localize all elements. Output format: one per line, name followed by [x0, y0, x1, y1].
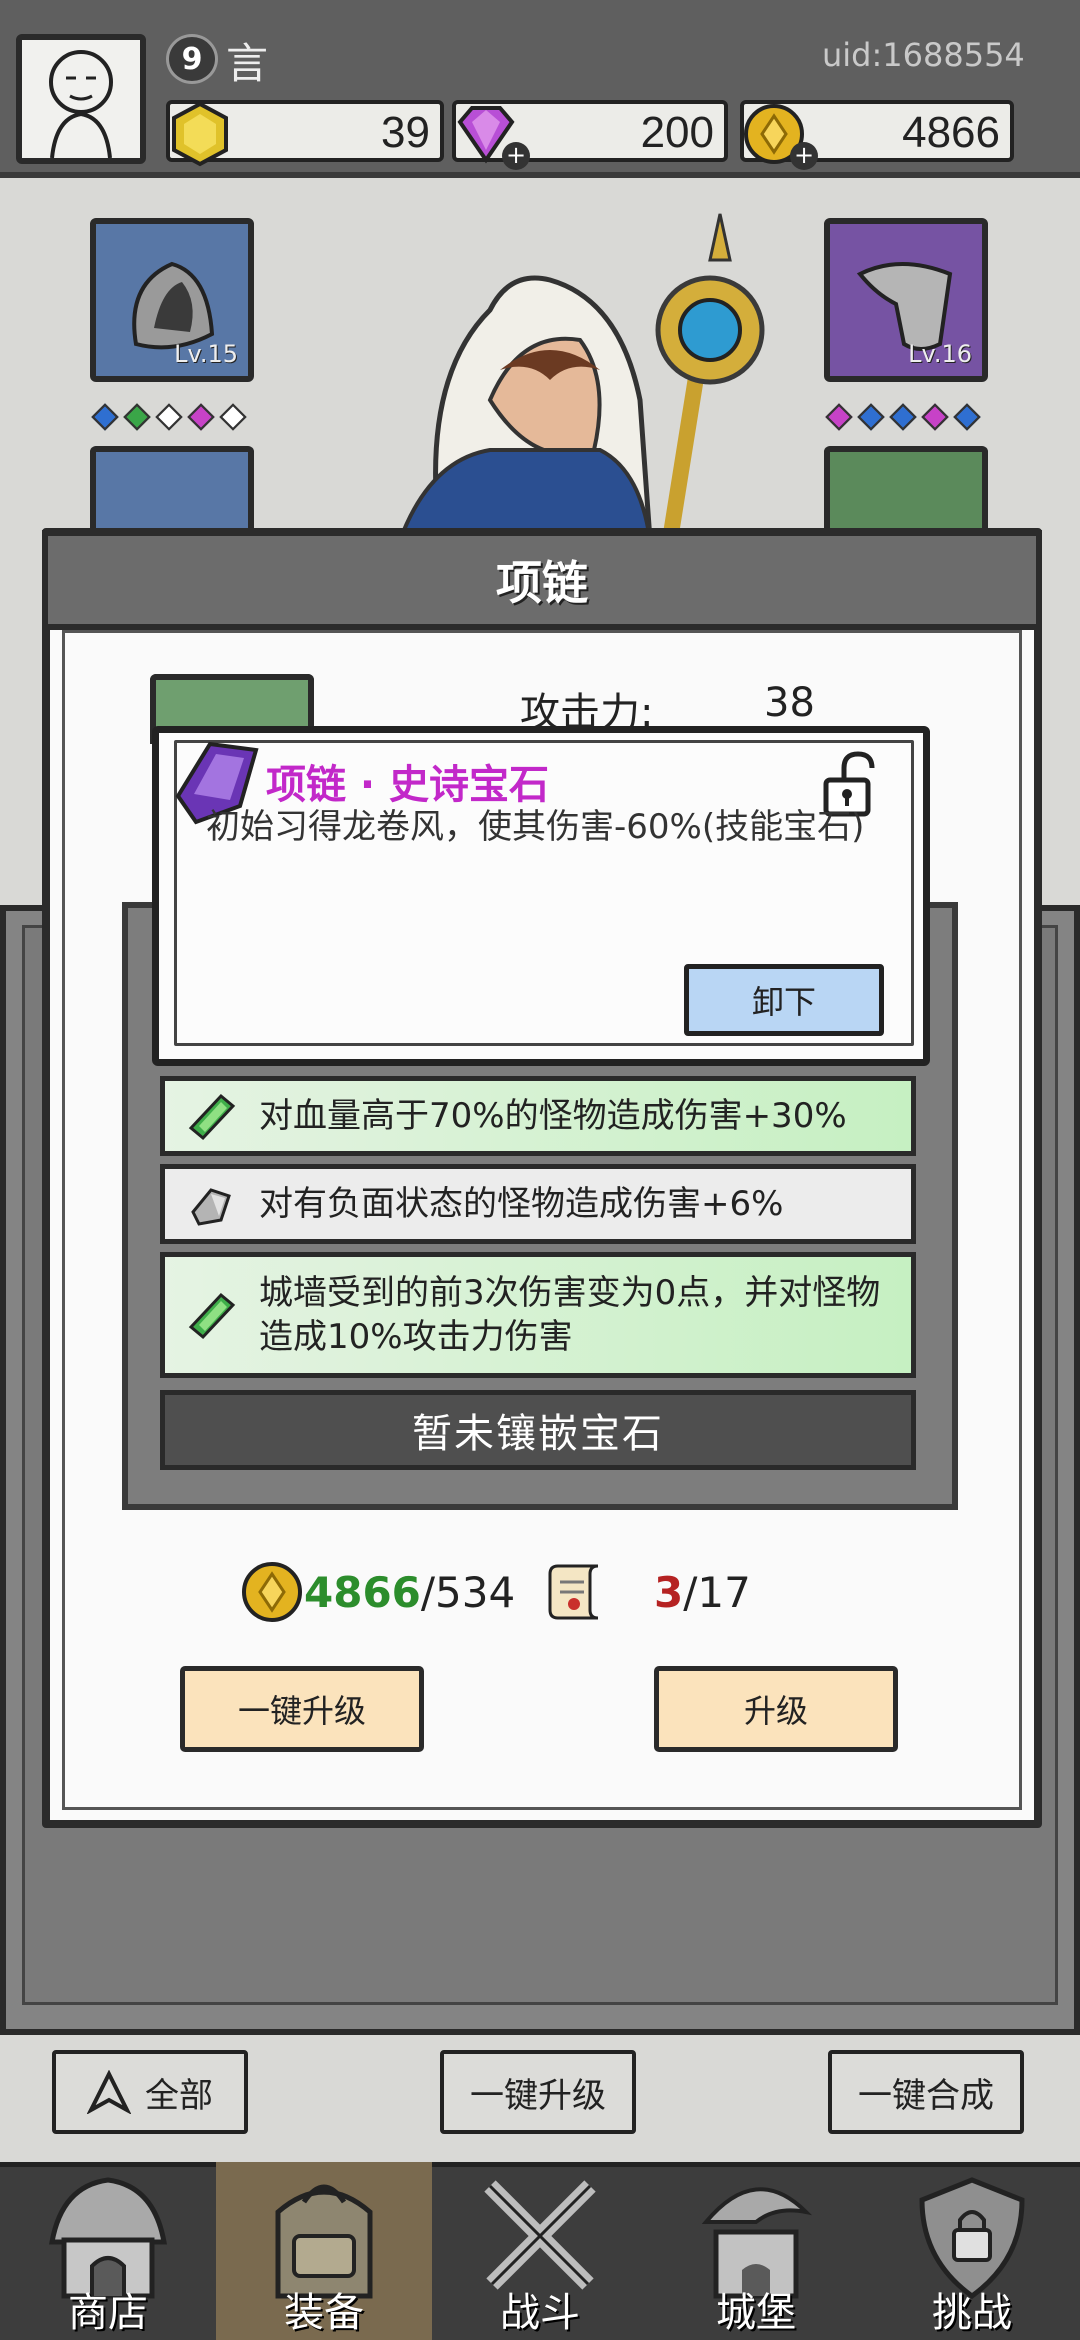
- triangle-filter-icon: [87, 2070, 131, 2114]
- scroll-icon: [548, 1564, 599, 1620]
- energy-value: 39: [381, 108, 430, 157]
- bulk-merge-button[interactable]: 一键合成: [828, 2050, 1024, 2134]
- scroll-have: 3: [654, 1567, 684, 1617]
- gem-socket-icon: [889, 403, 917, 431]
- gold-coin-icon: [242, 1562, 302, 1622]
- gem-socket-icon: [857, 403, 885, 431]
- nav-battle[interactable]: 战斗: [432, 2162, 648, 2340]
- tooltip-description: 初始习得龙卷风，使其伤害-60%(技能宝石): [206, 807, 865, 847]
- helmet-gem-row: [91, 403, 247, 431]
- gem-socket-icon: [91, 403, 119, 431]
- one-key-upgrade-button[interactable]: 一键升级: [180, 1666, 424, 1752]
- diamond-value: 200: [640, 108, 714, 157]
- nav-challenge[interactable]: 挑战: [864, 2162, 1080, 2340]
- hero-character-icon: [397, 213, 765, 540]
- armor-slot[interactable]: [90, 446, 254, 536]
- unequip-button[interactable]: 卸下: [684, 964, 884, 1036]
- affix-row: 城墙受到的前3次伤害变为0点，并对怪物造成10%攻击力伤害: [160, 1252, 916, 1378]
- nav-shop-label: 商店: [68, 2290, 148, 2336]
- filter-all-button[interactable]: 全部: [52, 2050, 248, 2134]
- nav-equipment-label: 装备: [284, 2290, 364, 2336]
- gem-socket-icon: [155, 403, 183, 431]
- green-crystal-icon: [188, 1093, 236, 1141]
- energy-counter[interactable]: 39: [166, 100, 444, 167]
- affix-text: 对血量高于70%的怪物造成伤害+30%: [259, 1096, 847, 1136]
- gem-socket-icon: [825, 403, 853, 431]
- player-avatar[interactable]: [16, 34, 146, 164]
- gold-value: 4866: [902, 108, 1000, 157]
- upgrade-button[interactable]: 升级: [654, 1666, 898, 1752]
- add-diamonds-icon[interactable]: +: [502, 142, 530, 170]
- stick-figure-avatar-icon: [49, 50, 113, 159]
- helmet-level: Lv.15: [174, 340, 238, 368]
- nav-shop[interactable]: 商店: [0, 2162, 216, 2340]
- diamond-counter[interactable]: + 200: [452, 100, 728, 170]
- player-name: 言: [226, 39, 269, 88]
- gloves-slot[interactable]: Lv.16: [824, 218, 988, 382]
- modal-title: 项链: [42, 530, 1042, 630]
- nav-challenge-label: 挑战: [932, 2290, 1012, 2336]
- add-gold-icon[interactable]: +: [790, 142, 818, 170]
- player-level-badge: 9: [166, 34, 218, 84]
- helmet-slot[interactable]: Lv.15: [90, 218, 254, 382]
- scroll-cost: 3 /17: [540, 1560, 751, 1624]
- nav-castle[interactable]: 城堡: [648, 2162, 864, 2340]
- affix-text: 对有负面状态的怪物造成伤害+6%: [259, 1184, 784, 1224]
- affix-text: 城墙受到的前3次伤害变为0点，并对怪物造成10%攻击力伤害: [259, 1273, 881, 1357]
- gloves-level: Lv.16: [908, 340, 972, 368]
- filter-all-label: 全部: [145, 2075, 213, 2116]
- gem-socket-icon: [921, 403, 949, 431]
- gold-need: /534: [420, 1567, 516, 1617]
- nav-castle-label: 城堡: [716, 2290, 796, 2336]
- stat-value: 38: [764, 680, 815, 726]
- affix-row: 对有负面状态的怪物造成伤害+6%: [160, 1164, 916, 1244]
- gem-socket-icon: [953, 403, 981, 431]
- scroll-need: /17: [683, 1567, 751, 1617]
- affix-row: 对血量高于70%的怪物造成伤害+30%: [160, 1076, 916, 1156]
- ring-slot[interactable]: [824, 446, 988, 536]
- gold-cost: 4866 /534: [240, 1560, 515, 1624]
- nav-equipment[interactable]: 装备: [216, 2162, 432, 2340]
- gold-counter[interactable]: + 4866: [740, 100, 1014, 170]
- player-uid: uid:1688554: [822, 36, 1025, 74]
- nav-battle-label: 战斗: [500, 2290, 580, 2336]
- green-crystal-icon: [188, 1292, 236, 1340]
- gem-socket-icon: [123, 403, 151, 431]
- gem-socket-icon: [187, 403, 215, 431]
- gloves-gem-row: [825, 403, 981, 431]
- gray-stone-icon: [191, 1188, 231, 1226]
- gold-have: 4866: [304, 1567, 421, 1617]
- hexagon-gem-icon: [172, 101, 228, 167]
- bulk-upgrade-button[interactable]: 一键升级: [440, 2050, 636, 2134]
- gem-socket-icon: [219, 403, 247, 431]
- no-gem-socket-bar[interactable]: 暂未镶嵌宝石: [160, 1390, 916, 1470]
